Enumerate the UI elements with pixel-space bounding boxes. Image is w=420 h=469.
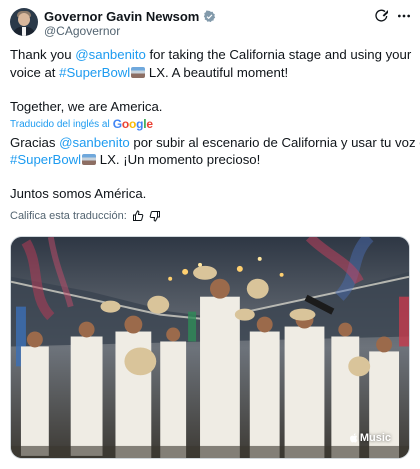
hashtag-link[interactable]: #SuperBowl (59, 65, 130, 80)
thumbs-up-icon[interactable] (132, 210, 144, 222)
more-options-icon[interactable] (396, 8, 412, 24)
grok-icon[interactable] (374, 8, 390, 24)
google-logo: Google (112, 117, 153, 131)
translation-rating: Califica esta traducción: (10, 210, 161, 222)
apple-music-label: Music (359, 432, 391, 444)
rate-translation-label: Califica esta traducción: (10, 210, 127, 222)
translation-text: LX. ¡Un momento precioso! (96, 152, 261, 167)
tweet-text: Thank you (10, 47, 76, 62)
tweet-text-line-3: Together, we are America. (10, 99, 163, 114)
stadium-emoji-icon (131, 67, 146, 78)
verified-badge-icon (204, 10, 216, 22)
author-handle[interactable]: @CAgovernor (44, 24, 120, 38)
tweet-media-video[interactable]: Music (10, 236, 410, 459)
tweet-text: LX. A beautiful moment! (145, 65, 289, 80)
halftime-performance-image (11, 237, 409, 458)
translation-text: Gracias (10, 135, 60, 150)
stadium-emoji-icon (82, 154, 97, 165)
author-display-name[interactable]: Governor Gavin Newsom (44, 9, 199, 24)
translation-text-line-2: #SuperBowl LX. ¡Un momento precioso! (10, 151, 260, 169)
thumbs-down-icon[interactable] (149, 210, 161, 222)
author-name-row: Governor Gavin Newsom (44, 8, 216, 24)
tweet-text-line-2: voice at #SuperBowl LX. A beautiful mome… (10, 64, 288, 82)
translation-label: Traducido del inglés al (10, 118, 110, 130)
tweet-card: Governor Gavin Newsom @CAgovernor Thank … (0, 0, 420, 469)
translation-text-line-3: Juntos somos América. (10, 186, 147, 201)
mention-link[interactable]: @sanbenito (59, 135, 130, 150)
translation-text-line-1: Gracias @sanbenito por subir al escenari… (10, 134, 420, 152)
apple-logo-icon (349, 433, 358, 443)
translation-attribution[interactable]: Traducido del inglés al Google (10, 117, 153, 131)
translation-text: por subir al escenario de California y u… (129, 135, 420, 150)
hashtag-link[interactable]: #SuperBowl (10, 152, 81, 167)
tweet-text-line-1: Thank you @sanbenito for taking the Cali… (10, 46, 411, 64)
mention-link[interactable]: @sanbenito (75, 47, 146, 62)
tweet-text: for taking the California stage and usin… (145, 47, 412, 62)
apple-music-watermark: Music (349, 432, 391, 444)
tweet-text: voice at (10, 65, 60, 80)
author-avatar[interactable] (10, 8, 38, 36)
